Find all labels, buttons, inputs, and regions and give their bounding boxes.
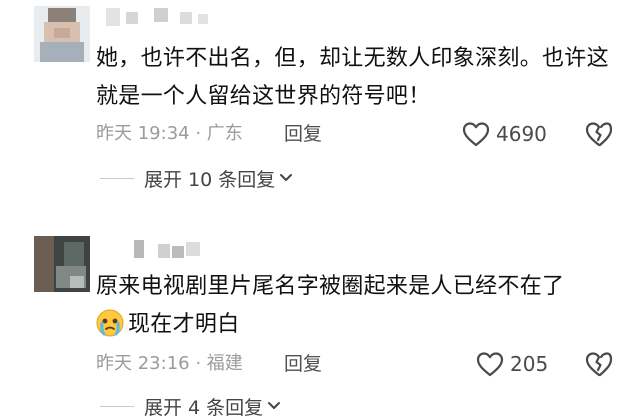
comment-meta: 昨天 23:16 · 福建: [96, 353, 243, 374]
broken-heart-icon: [585, 352, 613, 377]
chevron-down-icon: [268, 402, 281, 409]
comment-text: 她，也许不出名，但，却让无数人印象深刻。也许这就是一个人留给这世界的符号吧！: [96, 46, 609, 109]
divider-line: [100, 405, 134, 407]
crying-face-emoji: [96, 309, 124, 350]
expand-replies[interactable]: 展开 4 条回复: [100, 394, 281, 419]
avatar-blurred[interactable]: [34, 236, 90, 292]
heart-icon: [476, 352, 504, 377]
reply-button[interactable]: 回复: [284, 122, 322, 146]
expand-label: 展开 4 条回复: [144, 396, 264, 419]
like-count: 205: [510, 352, 549, 376]
comment-meta: 昨天 19:34 · 广东: [96, 123, 243, 144]
comment-text-suffix: 现在才明白: [128, 312, 240, 337]
avatar-blurred[interactable]: [34, 6, 90, 62]
expand-label: 展开 10 条回复: [144, 168, 276, 191]
broken-heart-icon: [585, 122, 613, 147]
reply-button[interactable]: 回复: [284, 352, 322, 376]
divider-line: [100, 177, 134, 179]
like-button[interactable]: 205: [476, 350, 548, 378]
like-count: 4690: [496, 122, 547, 146]
like-button[interactable]: 4690: [462, 120, 547, 148]
chevron-down-icon: [280, 174, 293, 181]
comment-text: 原来电视剧里片尾名字被圈起来是人已经不在了: [96, 274, 565, 299]
comment-text-line2: 现在才明白: [96, 306, 616, 350]
dislike-button[interactable]: [584, 350, 614, 378]
dislike-button[interactable]: [584, 120, 614, 148]
heart-icon: [462, 122, 490, 147]
expand-replies[interactable]: 展开 10 条回复: [100, 166, 293, 191]
